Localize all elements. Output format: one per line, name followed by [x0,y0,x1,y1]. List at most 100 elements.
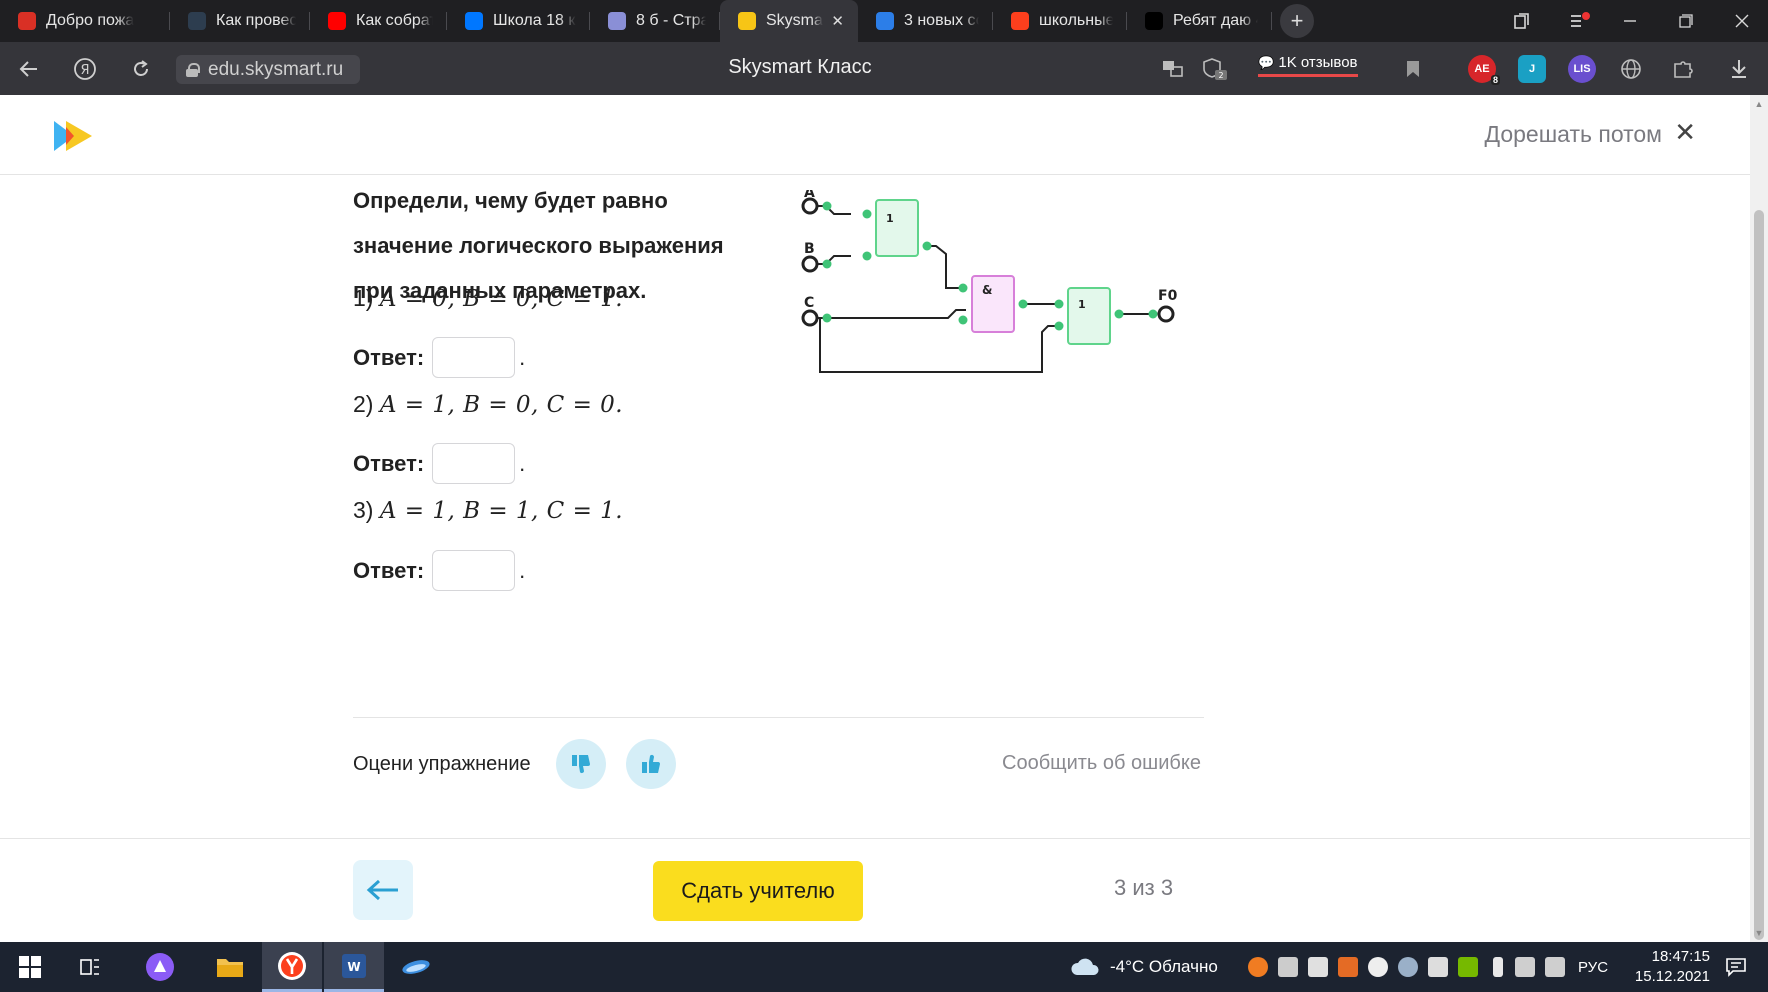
notifications-icon[interactable] [1710,942,1762,992]
gc-icon [188,12,206,30]
weather-text[interactable]: -4°C Облачно [1110,942,1218,992]
answer-suffix: . [519,557,526,583]
tab-list: Добро пожа Как провест Как собрать Школа 18… [0,0,1272,42]
answer-label: Ответ: [353,557,425,583]
downloads-icon[interactable] [1724,54,1754,84]
page-header: Дорешать потом ✕ [0,95,1750,175]
case-number: 3) [353,497,374,523]
case-number: 1) [353,285,374,311]
input-label-a: A [804,190,815,201]
alice-icon[interactable] [130,942,190,992]
tray-link-icon[interactable] [1428,957,1448,977]
browser-tab[interactable]: Как собрать [310,0,447,42]
protect-icon[interactable]: 2 [1200,54,1230,84]
translate-icon[interactable] [1158,54,1188,84]
browser-tab-label: Как собрать [356,12,433,29]
skysmart-logo-icon[interactable] [52,119,94,153]
task-view-icon[interactable] [60,942,120,992]
close-tab-icon[interactable]: ✕ [831,12,844,30]
cloud-weather-icon[interactable] [1070,956,1100,978]
answer-input-1[interactable] [432,337,516,378]
gate-label: 1 [886,212,894,225]
browser-tab[interactable]: Добро пожа [0,0,170,42]
extensions-icon[interactable] [1668,54,1698,84]
gate-label: & [982,283,992,297]
network-icon[interactable] [1515,957,1535,977]
minimize-icon[interactable] [1604,0,1656,42]
submit-button[interactable]: Сдать учителю [653,861,863,921]
gate-or-1: 1 [875,199,919,257]
browser-tab[interactable]: Ребят даю 4( [1127,0,1272,42]
close-window-icon[interactable] [1716,0,1768,42]
language-indicator[interactable]: РУС [1578,942,1608,992]
adblock-icon[interactable]: AE 8 [1468,55,1500,85]
dislike-button[interactable] [556,739,606,789]
like-button[interactable] [626,739,676,789]
browser-tab-label: Как провест [216,12,296,29]
skysmart-icon [738,12,756,30]
svg-text:2: 2 [1218,71,1223,80]
comment-icon: 💬 [1258,55,1275,70]
report-error-link[interactable]: Сообщить об ошибке [1002,752,1201,775]
moodle-icon [608,12,626,30]
scrollbar-thumb[interactable] [1754,210,1764,940]
solve-later-button[interactable]: Дорешать потом [1485,121,1662,148]
new-tab-button[interactable]: + [1280,4,1314,38]
answer-input-3[interactable] [432,550,516,591]
answer-row-2: Ответ: . [353,443,525,484]
tray-yandex-icon[interactable] [1368,957,1388,977]
svg-text:W: W [347,960,360,974]
input-label-c: C [804,295,814,311]
yandex-icon [1011,12,1029,30]
volume-icon[interactable] [1545,957,1565,977]
bookmark-icon[interactable] [1398,54,1428,84]
question-line: значение логического выражения [353,233,724,258]
reviews-button[interactable]: 💬 1K отзывов [1258,54,1358,77]
tabs-menu-icon[interactable] [1496,0,1548,42]
previous-button[interactable] [353,860,413,920]
browser-tab-label: 3 новых соо [904,12,979,29]
nvidia-icon[interactable] [1458,957,1478,977]
microphone-icon[interactable] [1493,957,1503,977]
app-swoosh-icon[interactable] [386,942,446,992]
vk-icon [465,12,483,30]
tray-app-icon[interactable] [1248,957,1268,977]
tray-window-icon[interactable] [1278,957,1298,977]
steam-icon[interactable] [1398,957,1418,977]
browser-tab[interactable]: школьные за [993,0,1127,42]
scroll-down-icon[interactable]: ▼ [1754,928,1764,938]
yandex-browser-taskbar-icon[interactable] [262,942,322,992]
browser-tab[interactable]: 8 б - Страни [590,0,720,42]
z-icon [1145,12,1163,30]
browser-tab[interactable]: Skysmart К ✕ [720,0,858,42]
tray-shield-icon[interactable] [1308,957,1328,977]
divider [0,838,1750,839]
browser-menu-icon[interactable] [1554,0,1606,42]
answer-suffix: . [519,344,526,370]
case-expression: A = 1, B = 1, C = 1. [379,498,624,524]
lis-icon[interactable]: LIS [1568,55,1596,83]
input-node-a [801,197,819,215]
browser-tab-label: 8 б - Страни [636,12,706,29]
globe-icon[interactable] [1616,54,1646,84]
input-node-b [801,255,819,273]
close-icon[interactable]: ✕ [1674,117,1696,148]
tray-firewall-icon[interactable] [1338,957,1358,977]
thumbs-up-icon [642,754,660,773]
browser-tab-label: Школа 18 кл [493,12,576,29]
scroll-up-icon[interactable]: ▲ [1754,99,1764,109]
restore-icon[interactable] [1660,0,1712,42]
clock[interactable]: 18:47:15 15.12.2021 [1635,947,1710,987]
extension-j-icon[interactable]: J [1518,55,1546,83]
browser-tab-label: школьные за [1039,12,1113,29]
browser-tab[interactable]: 3 новых соо [858,0,993,42]
file-explorer-icon[interactable] [200,942,260,992]
word-icon[interactable]: W [324,942,384,992]
answer-input-2[interactable] [432,443,516,484]
page-content: Дорешать потом ✕ Определи, чему будет ра… [0,95,1750,942]
start-icon[interactable] [0,942,60,992]
browser-tab[interactable]: Как провест [170,0,310,42]
scrollbar[interactable]: ▲ ▼ [1750,95,1768,942]
gate-or-2: 1 [1067,287,1111,345]
browser-tab[interactable]: Школа 18 кл [447,0,590,42]
